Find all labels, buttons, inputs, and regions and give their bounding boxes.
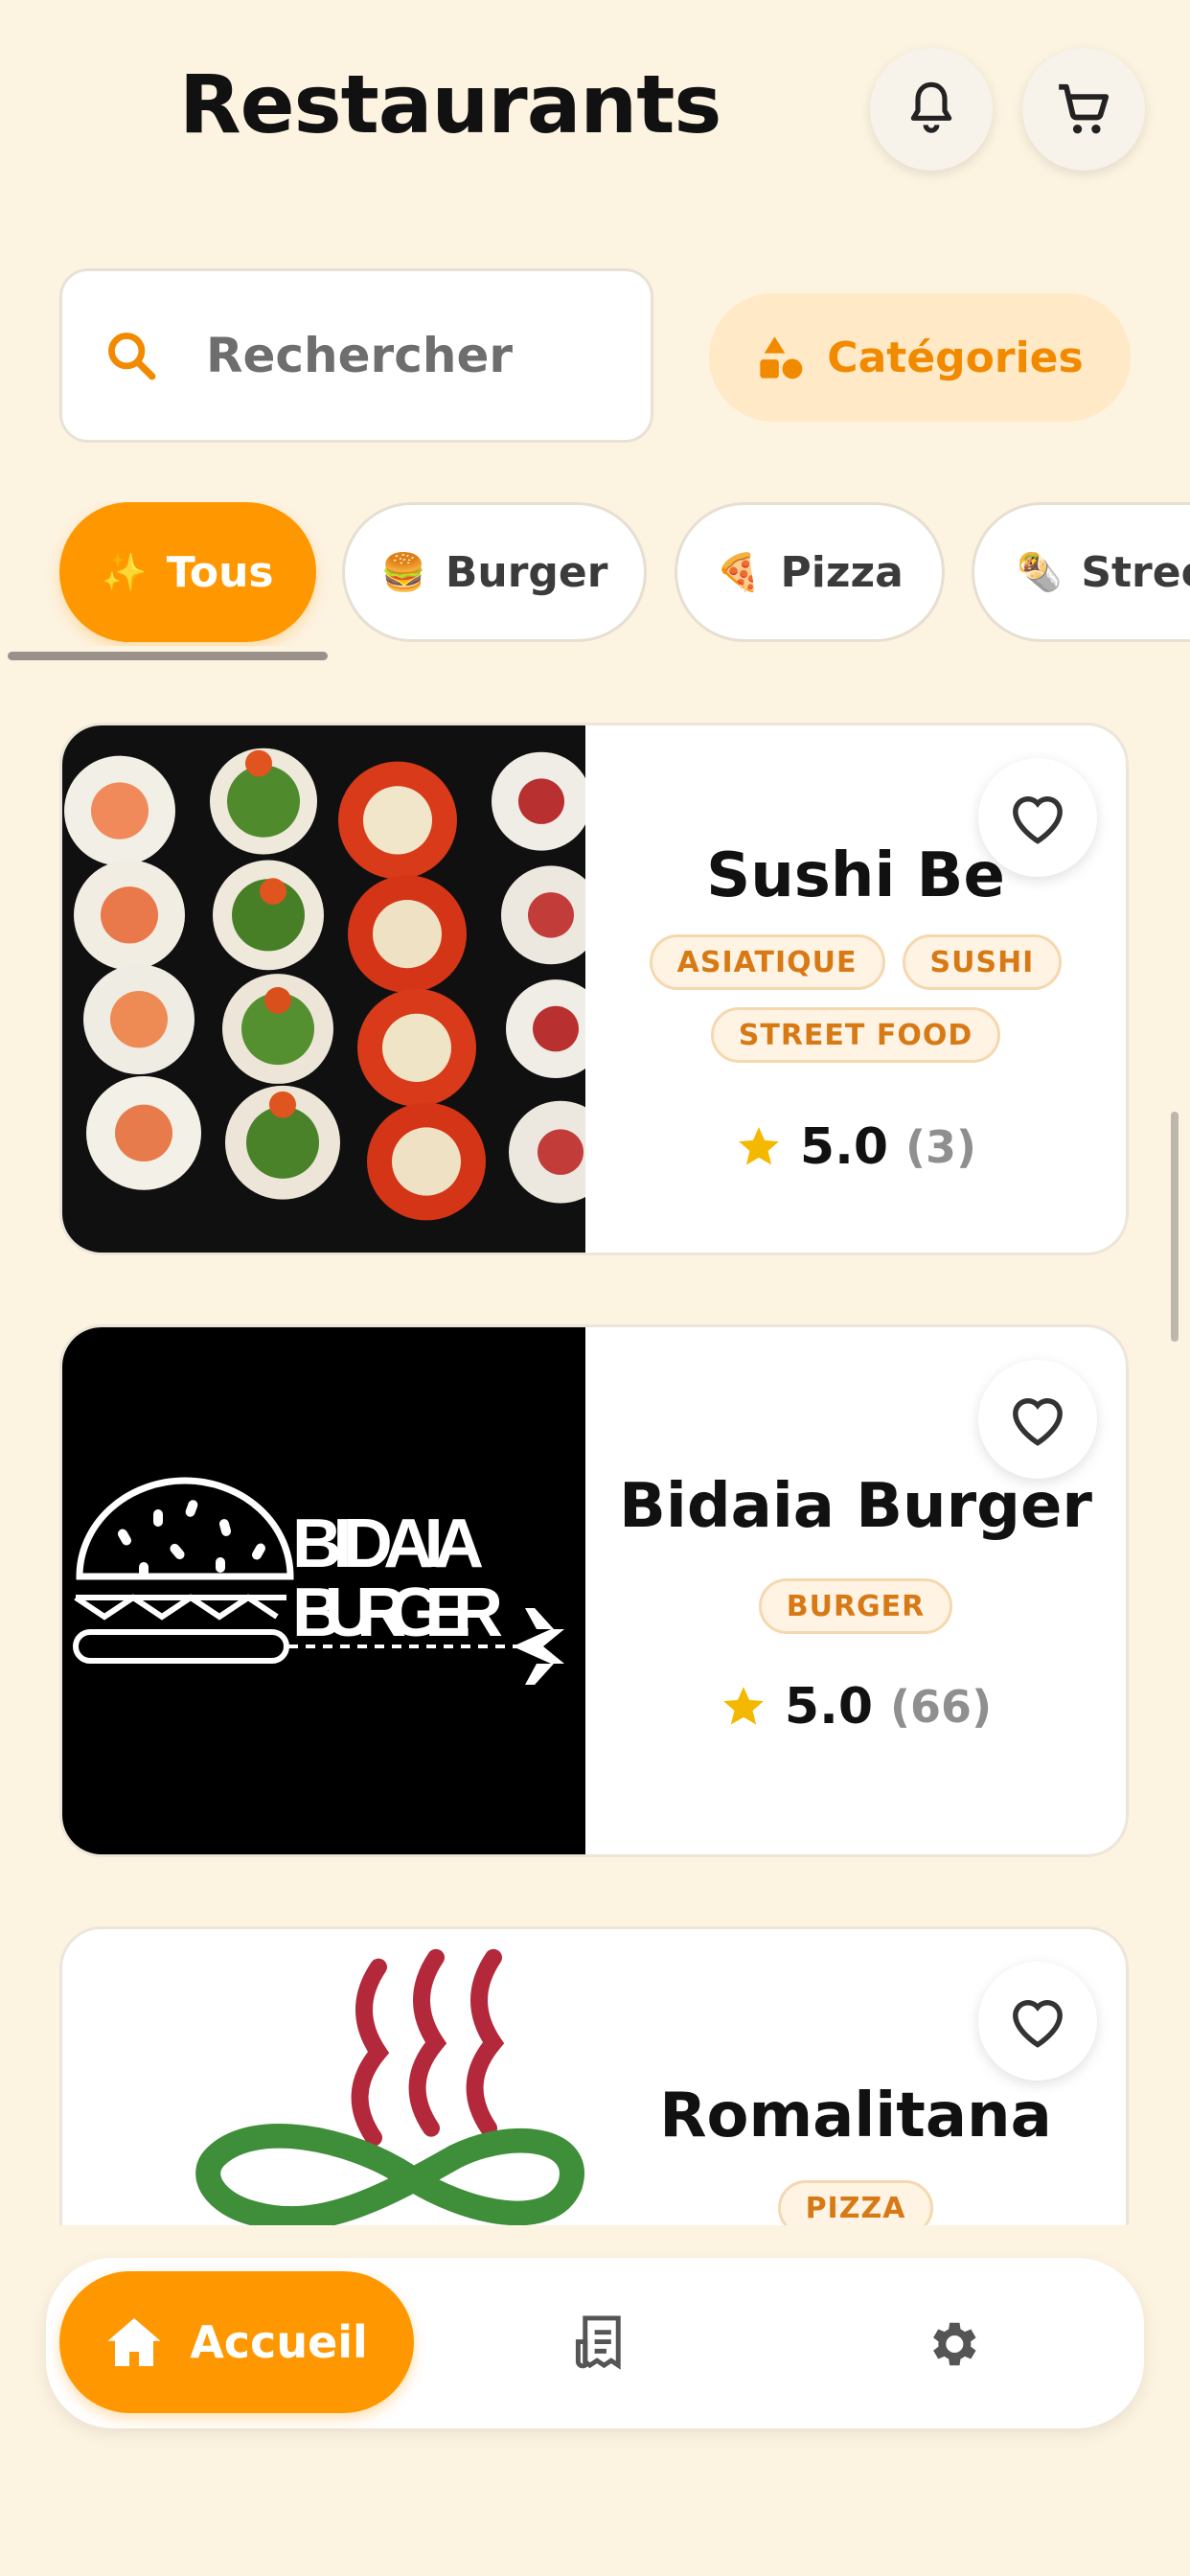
restaurant-card[interactable]: BIDAIA BURGER Bidaia Burger BURGER 5.0 (…: [59, 1324, 1129, 1857]
nav-home-button[interactable]: Accueil: [59, 2271, 414, 2413]
heart-icon: [1013, 2000, 1063, 2048]
tag: BURGER: [758, 1578, 953, 1634]
nav-orders-button[interactable]: [563, 2306, 640, 2382]
logo-text-line-1: BIDAIA: [292, 1506, 484, 1582]
cart-icon: [1059, 83, 1110, 134]
bidaia-logo-image: BIDAIA BURGER: [62, 1327, 585, 1854]
nav-home-label: Accueil: [190, 2316, 368, 2368]
restaurant-name: Bidaia Burger: [619, 1471, 1092, 1542]
star-icon: [723, 1687, 764, 1725]
tag-list: ASIATIQUE SUSHI STREET FOOD: [585, 934, 1126, 1063]
nav-settings-button[interactable]: [914, 2306, 991, 2382]
chip-street[interactable]: 🌯 Street: [972, 502, 1190, 642]
favorite-button[interactable]: [978, 1360, 1097, 1479]
home-icon: [107, 2318, 161, 2366]
tag-list: BURGER: [585, 1578, 1126, 1634]
search-icon: [103, 327, 160, 384]
chip-label: Street: [1081, 547, 1190, 597]
rating: 5.0 (66): [585, 1678, 1126, 1736]
tag: SUSHI: [902, 934, 1063, 990]
gear-icon: [933, 2322, 976, 2366]
shapes-icon: [760, 336, 803, 380]
chips-scroll-indicator: [8, 652, 328, 660]
categories-label: Catégories: [827, 333, 1084, 382]
chip-tous[interactable]: ✨ Tous: [59, 502, 316, 642]
sparkles-icon: ✨: [102, 550, 148, 593]
pizza-icon: 🍕: [716, 550, 762, 593]
search-field[interactable]: Rechercher: [59, 268, 653, 443]
review-count: (3): [905, 1121, 977, 1173]
page-scrollbar[interactable]: [1171, 1112, 1179, 1342]
chip-label: Burger: [445, 547, 608, 597]
burrito-icon: 🌯: [1017, 550, 1063, 593]
burger-icon: 🍔: [380, 550, 426, 593]
chip-burger[interactable]: 🍔 Burger: [342, 502, 647, 642]
notifications-button[interactable]: [870, 48, 993, 171]
heart-icon: [1013, 796, 1063, 844]
heart-icon: [1013, 1398, 1063, 1446]
chip-label: Tous: [166, 547, 274, 597]
burger-logo-icon: BIDAIA BURGER: [73, 1477, 564, 1685]
bell-icon: [910, 81, 952, 133]
tag: ASIATIQUE: [649, 934, 885, 990]
rating: 5.0 (3): [585, 1118, 1126, 1176]
receipt-icon: [575, 2315, 621, 2370]
logo-text-line-2: BURGER: [292, 1575, 503, 1651]
bottom-navigation: Accueil: [46, 2258, 1144, 2428]
tag: STREET FOOD: [710, 1007, 1001, 1063]
page-title: Restaurants: [179, 58, 721, 151]
sushi-image: [62, 725, 585, 1253]
star-icon: [739, 1127, 779, 1165]
favorite-button[interactable]: [978, 1962, 1097, 2081]
cart-button[interactable]: [1022, 48, 1145, 171]
categories-button[interactable]: Catégories: [709, 293, 1131, 422]
chip-label: Pizza: [780, 547, 904, 597]
filter-chips: ✨ Tous 🍔 Burger 🍕 Pizza 🌯 Street: [0, 502, 1190, 646]
chip-pizza[interactable]: 🍕 Pizza: [675, 502, 945, 642]
rating-value: 5.0: [784, 1678, 874, 1736]
rating-value: 5.0: [799, 1118, 889, 1176]
search-placeholder: Rechercher: [206, 328, 514, 383]
favorite-button[interactable]: [978, 758, 1097, 877]
restaurant-card[interactable]: Sushi Be ASIATIQUE SUSHI STREET FOOD 5.0…: [59, 723, 1129, 1255]
restaurant-name: Romalitana: [659, 2081, 1052, 2151]
review-count: (66): [890, 1681, 993, 1733]
